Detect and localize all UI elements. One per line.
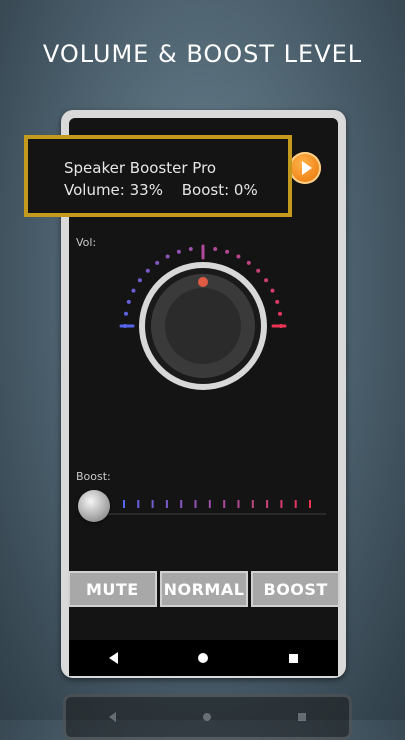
dial-tick xyxy=(124,311,128,316)
notification-card[interactable]: Speaker Booster Pro Volume: 33% Boost: 0… xyxy=(24,135,292,217)
dial-tick xyxy=(155,260,160,265)
dial-tick xyxy=(246,260,251,265)
reflection-navbar xyxy=(63,694,352,740)
notification-boost: Boost: 0% xyxy=(181,181,258,199)
dial-tick xyxy=(188,247,193,251)
navigation-bar xyxy=(69,640,338,676)
dial-tick xyxy=(256,268,261,273)
volume-label: Vol: xyxy=(76,236,97,249)
dial-tick xyxy=(225,249,230,254)
back-icon[interactable] xyxy=(109,652,119,664)
mute-button[interactable]: MUTE xyxy=(68,571,157,607)
boost-button[interactable]: BOOST xyxy=(251,571,341,607)
boost-label: Boost: xyxy=(76,470,111,483)
dial-tick xyxy=(275,299,280,304)
knob-indicator xyxy=(198,277,208,287)
dial-tick xyxy=(278,311,282,316)
dial-tick xyxy=(145,268,150,273)
boost-slider-track xyxy=(86,513,326,515)
dial-tick xyxy=(264,278,269,283)
play-icon-glyph xyxy=(302,161,312,175)
dial-tick xyxy=(213,247,218,251)
dial-tick xyxy=(137,278,142,283)
recent-apps-icon[interactable] xyxy=(288,653,298,663)
normal-button[interactable]: NORMAL xyxy=(159,571,249,607)
dial-tick xyxy=(236,254,241,259)
notification-app-name: Speaker Booster Pro xyxy=(64,159,217,177)
dial-tick xyxy=(165,254,170,259)
mode-buttons: MUTE NORMAL BOOST xyxy=(68,571,341,607)
dial-tick xyxy=(126,299,131,304)
notification-status-row: Volume: 33% Boost: 0% xyxy=(64,179,288,201)
volume-knob[interactable] xyxy=(113,236,293,406)
headline: VOLUME & BOOST LEVEL xyxy=(42,40,363,68)
notification-volume: Volume: 33% xyxy=(64,181,163,199)
dial-tick xyxy=(176,249,181,254)
boost-slider[interactable] xyxy=(78,490,328,524)
volume-dial xyxy=(119,244,287,390)
back-icon xyxy=(109,712,117,722)
boost-ticks xyxy=(123,500,311,508)
dial-tick xyxy=(270,288,275,293)
boost-slider-thumb[interactable] xyxy=(78,490,110,522)
knob-center xyxy=(165,288,241,364)
dial-tick xyxy=(131,288,136,293)
play-icon[interactable] xyxy=(289,152,321,184)
home-icon[interactable] xyxy=(198,653,209,663)
